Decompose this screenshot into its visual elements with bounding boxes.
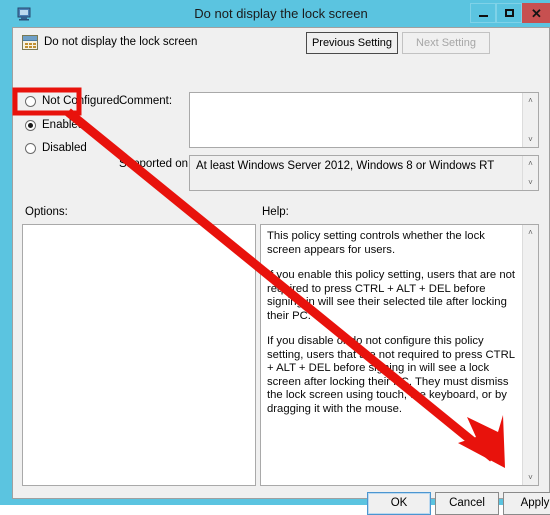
help-paragraph-2: If you enable this policy setting, users… [267, 269, 516, 322]
help-text: This policy setting controls whether the… [267, 230, 517, 416]
title-bar[interactable]: Do not display the lock screen ✕ [6, 0, 550, 27]
close-icon: ✕ [531, 5, 542, 21]
dialog-client-area: Do not display the lock screen Previous … [12, 27, 550, 515]
help-paragraph-1: This policy setting controls whether the… [267, 230, 485, 256]
help-paragraph-3: If you disable or do not configure this … [267, 335, 515, 415]
radio-not-configured-indicator [25, 96, 36, 107]
cancel-button[interactable]: Cancel [435, 492, 499, 515]
supported-on-field: At least Windows Server 2012, Windows 8 … [189, 155, 539, 191]
radio-enabled-label: Enabled [42, 119, 85, 131]
radio-not-configured-label: Not Configured [42, 95, 120, 107]
scroll-down-icon[interactable]: ˅ [523, 470, 538, 485]
supported-on-scrollbar[interactable]: ˄ ˅ [522, 156, 538, 190]
options-label: Options: [25, 206, 68, 218]
maximize-button[interactable] [496, 3, 522, 23]
group-policy-setting-dialog: Do not display the lock screen ✕ Do not … [0, 0, 550, 515]
next-setting-button[interactable]: Next Setting [402, 32, 490, 54]
close-button[interactable]: ✕ [522, 3, 550, 23]
scroll-up-icon[interactable]: ˄ [523, 156, 538, 171]
scroll-down-icon[interactable]: ˅ [523, 175, 538, 190]
supported-on-value: At least Windows Server 2012, Windows 8 … [196, 160, 495, 172]
window-title: Do not display the lock screen [194, 6, 368, 21]
apply-button[interactable]: Apply [503, 492, 550, 515]
radio-enabled-indicator [25, 120, 36, 131]
scroll-up-icon[interactable]: ˄ [523, 93, 538, 108]
policy-setting-icon [22, 35, 38, 50]
maximize-icon [504, 9, 514, 17]
scroll-up-icon[interactable]: ˄ [523, 225, 538, 240]
comment-scrollbar[interactable]: ˄ ˅ [522, 93, 538, 147]
policy-name-label: Do not display the lock screen [44, 36, 198, 48]
radio-disabled-label: Disabled [42, 142, 87, 154]
help-scrollbar[interactable]: ˄ ˅ [522, 225, 538, 485]
options-panel[interactable] [22, 224, 256, 486]
help-panel: This policy setting controls whether the… [260, 224, 539, 486]
minimize-button[interactable] [470, 3, 496, 23]
radio-disabled-indicator [25, 143, 36, 154]
minimize-icon [478, 14, 488, 17]
scroll-down-icon[interactable]: ˅ [523, 132, 538, 147]
supported-on-label: Supported on: [119, 158, 192, 170]
help-label: Help: [262, 206, 289, 218]
ok-button[interactable]: OK [367, 492, 431, 515]
comment-label: Comment: [119, 95, 173, 107]
previous-setting-button[interactable]: Previous Setting [306, 32, 398, 54]
comment-input[interactable]: ˄ ˅ [189, 92, 539, 148]
